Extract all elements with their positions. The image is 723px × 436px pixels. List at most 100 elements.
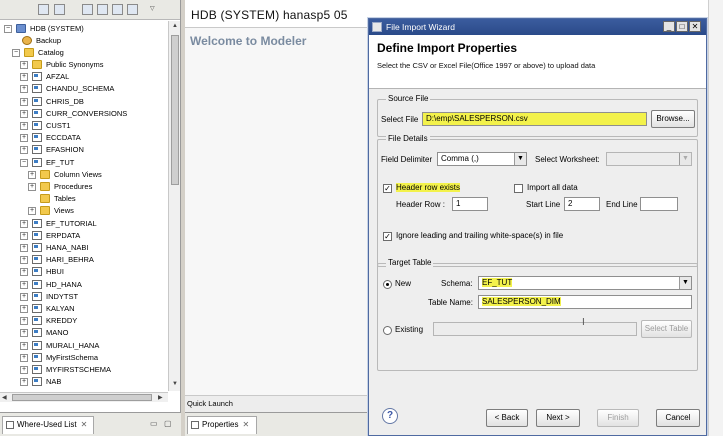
expand-toggle[interactable]: + (20, 122, 28, 130)
tab-where-used-list[interactable]: Where-Used List ✕ (2, 416, 94, 434)
expand-toggle[interactable]: + (28, 170, 36, 179)
expand-toggle[interactable]: + (28, 207, 36, 216)
help-button[interactable]: ? (382, 408, 398, 424)
expand-toggle[interactable]: + (20, 231, 28, 240)
tree-node-schema[interactable]: + MYFIRSTSCHEMA (0, 364, 168, 376)
tree-node-folder[interactable]: + Procedures (0, 181, 168, 193)
collapse-icon[interactable] (54, 4, 65, 15)
collapse-toggle[interactable]: − (12, 49, 20, 57)
select-file-field[interactable]: D:\emp\SALESPERSON.csv (422, 112, 647, 126)
select-worksheet-select[interactable]: ▼ (606, 152, 692, 166)
tree-node-folder[interactable]: + Views (0, 205, 168, 217)
tree-node-schema[interactable]: + MyFirstSchema (0, 352, 168, 364)
tree-node-schema[interactable]: + HARI_BEHRA (0, 254, 168, 266)
expand-toggle[interactable]: + (20, 353, 28, 362)
expand-toggle[interactable]: + (20, 134, 28, 143)
new-table-radio[interactable] (383, 280, 392, 289)
schema-select[interactable]: EF_TUT ▼ (478, 276, 692, 290)
expand-toggle[interactable]: + (20, 305, 28, 313)
chevron-down-icon[interactable]: ▽ (150, 5, 155, 12)
field-delimiter-select[interactable]: Comma (,) ▼ (437, 152, 527, 166)
view-menu-icon[interactable] (127, 4, 138, 15)
chevron-down-icon[interactable]: ▼ (679, 153, 691, 165)
expand-toggle[interactable]: + (20, 378, 28, 387)
scrollbar-thumb[interactable] (12, 394, 152, 401)
tree-node-schema[interactable]: + MANO (0, 327, 168, 339)
expand-toggle[interactable]: + (28, 183, 36, 191)
existing-table-field[interactable] (433, 322, 637, 336)
tree-node-schema[interactable]: + CHANDU_SCHEMA (0, 83, 168, 95)
tree-node-schema[interactable]: + KALYAN (0, 303, 168, 315)
tree-node-schema[interactable]: + EFASHION (0, 144, 168, 156)
expand-toggle[interactable]: + (20, 366, 28, 374)
expand-toggle[interactable]: + (20, 73, 28, 82)
maximize-icon[interactable]: ▢ (164, 419, 172, 428)
tree-node-schema[interactable]: − EF_TUT (0, 157, 168, 169)
expand-toggle[interactable]: + (20, 329, 28, 338)
table-name-input[interactable]: SALESPERSON_DIM (478, 295, 692, 309)
tree-node-schema[interactable]: + CUST1 (0, 120, 168, 132)
scroll-right-icon[interactable]: ▶ (158, 394, 163, 401)
tree-horizontal-scrollbar[interactable]: ◀ ▶ (0, 392, 168, 402)
expand-toggle[interactable]: + (20, 85, 28, 94)
tree-node-schema[interactable]: + KREDDY (0, 315, 168, 327)
scrollbar-thumb[interactable] (171, 35, 179, 185)
select-table-button[interactable]: Select Table (641, 320, 692, 338)
tree-node-schema[interactable]: + HBUI (0, 266, 168, 278)
expand-toggle[interactable]: + (20, 109, 28, 118)
expand-toggle[interactable]: + (20, 268, 28, 277)
filter-icon[interactable] (82, 4, 93, 15)
browse-button[interactable]: Browse... (651, 110, 695, 128)
scroll-left-icon[interactable]: ◀ (2, 394, 7, 401)
existing-table-radio[interactable] (383, 326, 392, 335)
quick-launch-tab[interactable]: Quick Launch (187, 398, 233, 410)
tree-node-schema[interactable]: + CURR_CONVERSIONS (0, 108, 168, 120)
maximize-icon[interactable]: □ (676, 21, 688, 32)
tree-node-schema[interactable]: + NAB (0, 376, 168, 388)
import-all-data-checkbox[interactable] (514, 184, 523, 193)
tree-node-folder[interactable]: + Column Views (0, 169, 168, 181)
tree-node-catalog[interactable]: − Catalog (0, 47, 168, 59)
tree-node-schema[interactable]: + AFZAL (0, 71, 168, 83)
cancel-button[interactable]: Cancel (656, 409, 700, 427)
expand-toggle[interactable]: + (20, 244, 28, 252)
tree-node-root[interactable]: − HDB (SYSTEM) (0, 23, 168, 35)
scroll-up-icon[interactable]: ▲ (172, 23, 178, 29)
refresh-icon[interactable] (97, 4, 108, 15)
collapse-toggle[interactable]: − (20, 158, 28, 167)
scroll-down-icon[interactable]: ▼ (172, 381, 178, 387)
tree-vertical-scrollbar[interactable]: ▲ ▼ (168, 21, 180, 391)
tree-node-schema[interactable]: + ECCDATA (0, 132, 168, 144)
dialog-titlebar[interactable]: File Import Wizard _ □ ✕ (369, 19, 706, 35)
tree-node-schema[interactable]: + Public Synonyms (0, 59, 168, 71)
minimize-icon[interactable]: ▭ (150, 419, 158, 428)
collapse-toggle[interactable]: − (4, 25, 12, 33)
back-button[interactable]: < Back (486, 409, 528, 427)
close-icon[interactable]: ✕ (689, 21, 701, 32)
add-system-icon[interactable] (112, 4, 123, 15)
tree-node-folder[interactable]: Tables (0, 193, 168, 205)
tree-node-backup[interactable]: Backup (0, 35, 168, 47)
header-row-input[interactable]: 1 (452, 197, 488, 211)
close-icon[interactable]: ✕ (81, 420, 88, 429)
expand-toggle[interactable]: + (20, 97, 28, 106)
link-icon[interactable] (38, 4, 49, 15)
end-line-input[interactable] (640, 197, 678, 211)
finish-button[interactable]: Finish (597, 409, 639, 427)
close-icon[interactable]: ✕ (242, 420, 249, 429)
chevron-down-icon[interactable]: ▼ (514, 153, 526, 165)
tree-node-schema[interactable]: + MURALI_HANA (0, 340, 168, 352)
minimize-icon[interactable]: _ (663, 21, 675, 32)
expand-toggle[interactable]: + (20, 61, 28, 69)
expand-toggle[interactable]: + (20, 341, 28, 350)
expand-toggle[interactable]: + (20, 146, 28, 155)
header-row-exists-checkbox[interactable]: ✓ (383, 184, 392, 193)
tree-node-schema[interactable]: + HD_HANA (0, 279, 168, 291)
tree-node-schema[interactable]: + CHRIS_DB (0, 96, 168, 108)
expand-toggle[interactable]: + (20, 219, 28, 228)
tree-node-schema[interactable]: + EF_TUTORIAL (0, 218, 168, 230)
next-button[interactable]: Next > (536, 409, 580, 427)
chevron-down-icon[interactable]: ▼ (679, 277, 691, 289)
expand-toggle[interactable]: + (20, 317, 28, 326)
start-line-input[interactable]: 2 (564, 197, 600, 211)
